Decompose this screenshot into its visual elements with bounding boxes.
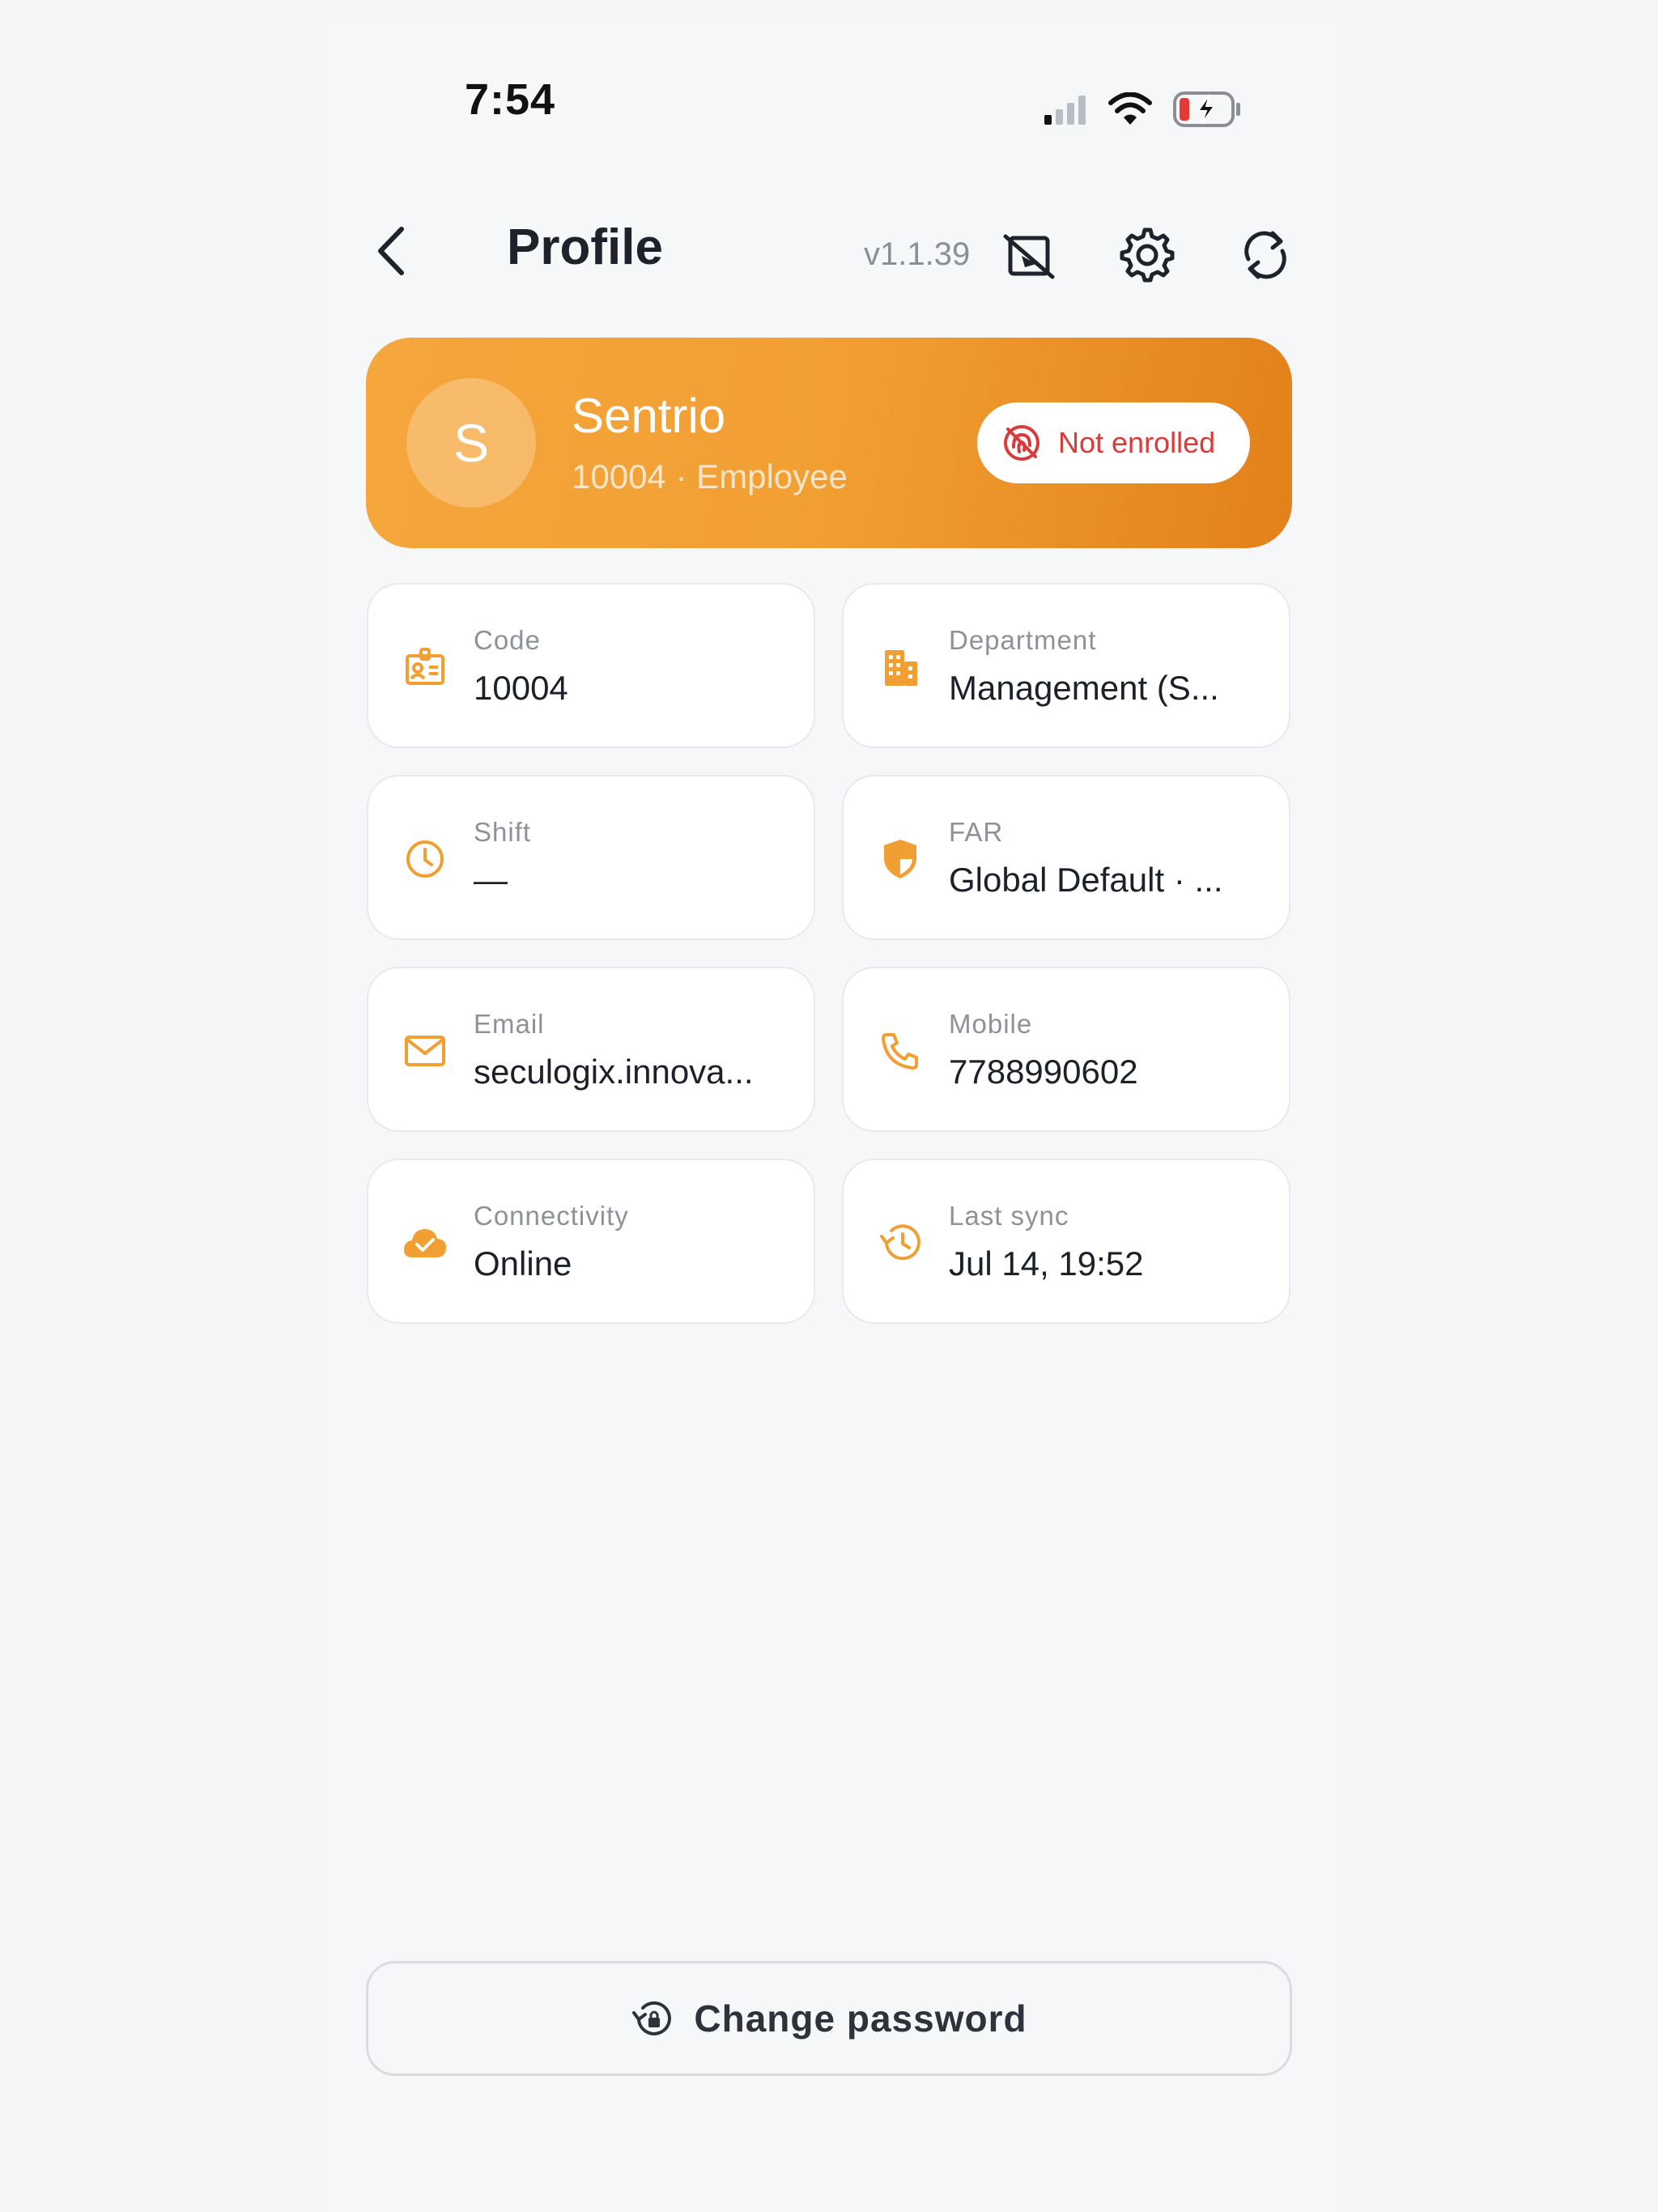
info-card-department: Department Management (S... (842, 583, 1290, 748)
card-label: Connectivity (474, 1201, 629, 1231)
card-value: — (474, 861, 508, 899)
gear-icon (1120, 228, 1175, 283)
info-card-email: Email seculogix.innova... (367, 967, 815, 1132)
enrollment-status-text: Not enrolled (1058, 426, 1216, 459)
user-name: Sentrio (572, 389, 726, 443)
device-off-icon (1003, 234, 1055, 279)
wifi-icon (1108, 92, 1152, 125)
info-card-far: FAR Global Default · ... (842, 775, 1290, 940)
card-value: seculogix.innova... (474, 1053, 754, 1091)
reset-device-button[interactable] (993, 219, 1065, 291)
info-card-last-sync: Last sync Jul 14, 19:52 (842, 1159, 1290, 1324)
page: 7:54 Profile v1.1.39 S Sentrio 10004 · E… (0, 0, 1658, 2212)
battery-charging-icon (1173, 91, 1240, 127)
user-subtitle: 10004 · Employee (572, 457, 848, 496)
card-value: 10004 (474, 669, 568, 707)
info-card-connectivity: Connectivity Online (367, 1159, 815, 1324)
chevron-left-icon (378, 227, 404, 275)
page-title: Profile (507, 219, 663, 275)
info-card-code: Code 10004 (367, 583, 815, 748)
shield-icon (884, 840, 916, 878)
sync-icon (1244, 231, 1286, 279)
building-icon (885, 650, 917, 686)
card-value: Management (S... (949, 669, 1219, 707)
change-password-label: Change password (694, 1997, 1027, 2040)
id-badge-icon (406, 648, 444, 685)
fingerprint-off-icon (1004, 425, 1039, 461)
settings-button[interactable] (1111, 219, 1184, 291)
card-value: Online (474, 1244, 572, 1283)
envelope-icon (405, 1036, 445, 1066)
card-label: Email (474, 1009, 545, 1039)
card-value: Global Default · ... (949, 861, 1223, 899)
app-version: v1.1.39 (864, 236, 971, 272)
enrollment-status-badge[interactable]: Not enrolled (977, 402, 1250, 483)
card-value: Jul 14, 19:52 (949, 1244, 1144, 1283)
sync-button[interactable] (1229, 219, 1302, 291)
lock-reset-icon (632, 2001, 672, 2035)
card-label: Mobile (949, 1009, 1033, 1039)
profile-banner: S Sentrio 10004 · Employee Not enrolled (366, 338, 1292, 548)
card-label: Shift (474, 817, 532, 847)
change-password-button[interactable]: Change password (366, 1961, 1292, 2076)
info-card-mobile: Mobile 7788990602 (842, 967, 1290, 1132)
card-label: Department (949, 625, 1097, 655)
avatar: S (406, 378, 536, 508)
back-button[interactable] (372, 211, 429, 291)
clock-icon (406, 840, 444, 878)
phone-icon (882, 1033, 918, 1070)
cellular-signal-icon (1044, 96, 1086, 125)
history-icon (880, 1224, 920, 1261)
info-card-shift: Shift — (367, 775, 815, 940)
status-time: 7:54 (465, 75, 556, 124)
cloud-check-icon (403, 1229, 447, 1257)
card-value: 7788990602 (949, 1053, 1138, 1091)
card-label: Code (474, 625, 541, 655)
card-label: FAR (949, 817, 1004, 847)
card-label: Last sync (949, 1201, 1069, 1231)
app-screen: 7:54 Profile v1.1.39 S Sentrio 10004 · E… (324, 16, 1341, 2212)
